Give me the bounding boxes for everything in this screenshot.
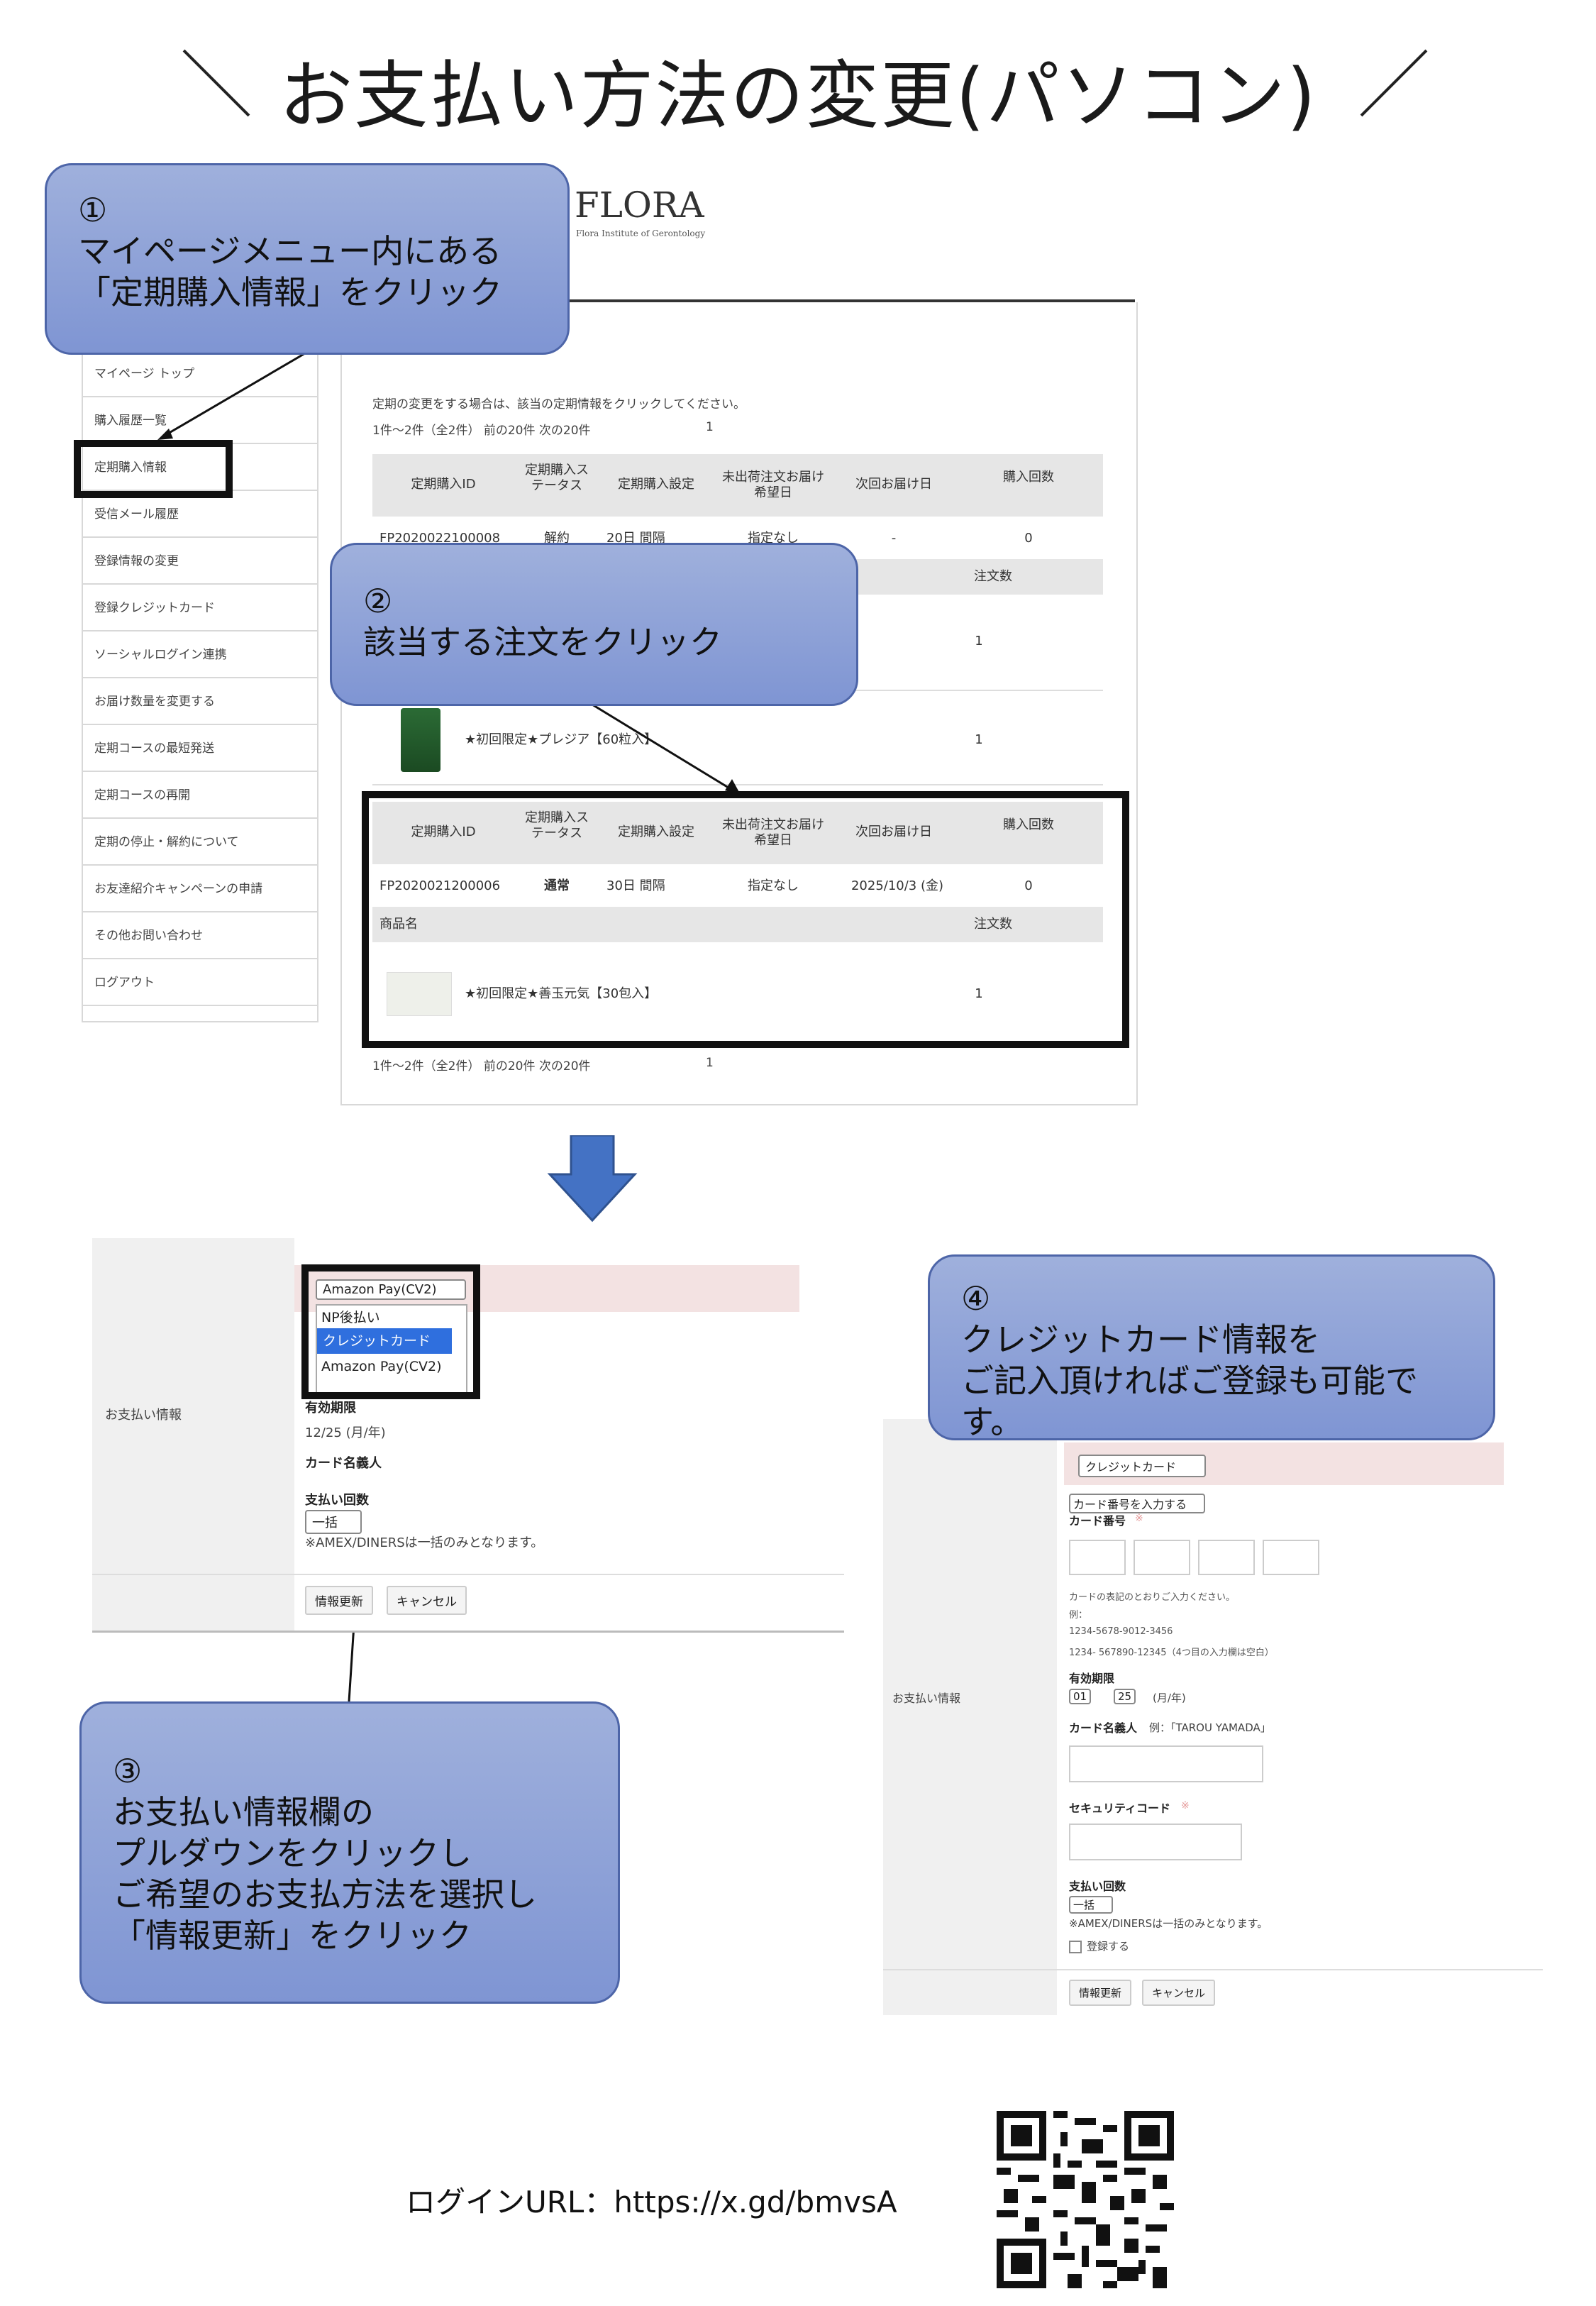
payment-left-divider	[92, 1574, 844, 1575]
payment-right-cancel-button[interactable]: キャンセル	[1142, 1980, 1216, 2006]
card-hint-1: カードの表記のとおりご入力ください。	[1069, 1592, 1236, 1603]
step4-callout: ④ クレジットカード情報を ご記入頂ければご登録も可能です。	[928, 1254, 1495, 1441]
card-number-required: ※	[1135, 1513, 1143, 1524]
card-number-field-1[interactable]	[1069, 1540, 1126, 1575]
step1-number: ①	[78, 191, 108, 229]
step4-line2: ご記入頂ければご登録も可能です。	[961, 1362, 1418, 1441]
card-number-field-2[interactable]	[1134, 1540, 1190, 1575]
payment-left-installments-label: 支払い回数	[305, 1493, 369, 1508]
cvc-input[interactable]	[1069, 1824, 1242, 1860]
payment-right-note: ※AMEX/DINERSは一括のみとなります。	[1069, 1917, 1268, 1930]
arrow-step1-line	[162, 352, 306, 438]
payment-left-bottom-rule	[92, 1631, 844, 1633]
payment-right-installments-label: 支払い回数	[1069, 1880, 1126, 1893]
step1-callout: ① マイページメニュー内にある 「定期購入情報」をクリック	[45, 163, 570, 355]
payment-right-update-button[interactable]: 情報更新	[1069, 1980, 1132, 2006]
step2-line1: 該当する注文をクリック	[363, 623, 722, 661]
payment-left-note: ※AMEX/DINERSは一括のみとなります。	[305, 1535, 544, 1550]
cardholder-input[interactable]	[1069, 1745, 1263, 1782]
payment-left-label-col	[92, 1238, 294, 1632]
step1-line1: マイページメニュー内にある	[78, 232, 502, 270]
step3-line3: ご希望のお支払方法を選択し	[113, 1875, 537, 1914]
step3-line4: 「情報更新」をクリック	[113, 1916, 472, 1955]
arrow-step2-head	[725, 779, 741, 795]
payment-left-expiry-label: 有効期限	[305, 1401, 356, 1416]
card-hint-2: 例：	[1069, 1610, 1088, 1621]
step1-line2: 「定期購入情報」をクリック	[78, 273, 502, 311]
card-hint-4: 1234- 567890-12345（4つ目の入力欄は空白）	[1069, 1648, 1274, 1658]
step3-line2: プルダウンをクリックし	[113, 1834, 472, 1872]
payment-left-label: お支払い情報	[105, 1408, 182, 1423]
card-number-label: カード番号	[1069, 1514, 1126, 1528]
card-input-mode-select[interactable]: カード番号を入力する	[1069, 1494, 1205, 1513]
expiry-year-select[interactable]: 25	[1114, 1689, 1136, 1704]
cvc-required: ※	[1181, 1800, 1190, 1811]
cvc-label: セキュリティコード	[1069, 1802, 1171, 1815]
card-number-field-3[interactable]	[1198, 1540, 1255, 1575]
step3-number: ③	[113, 1752, 143, 1790]
highlight-box-dropdown	[301, 1264, 480, 1399]
step2-callout: ② 該当する注文をクリック	[330, 543, 858, 706]
register-label: 登録する	[1087, 1940, 1130, 1953]
payment-right-divider	[883, 1969, 1543, 1970]
step2-number: ②	[363, 582, 393, 620]
payment-left-cardholder-label: カード名義人	[305, 1456, 382, 1471]
step4-number: ④	[961, 1279, 991, 1318]
payment-left-cancel-button[interactable]: キャンセル	[387, 1586, 467, 1615]
step3-line1: お支払い情報欄の	[113, 1793, 374, 1831]
expiry-month-select[interactable]: 01	[1069, 1689, 1092, 1704]
payment-right-label: お支払い情報	[892, 1692, 961, 1705]
payment-right-label-col	[883, 1419, 1057, 2015]
login-url[interactable]: ログインURL：https://x.gd/bmvsA	[406, 2178, 897, 2222]
payment-right-expiry-label: 有効期限	[1069, 1672, 1115, 1685]
payment-left-installments-select[interactable]: 一括	[305, 1510, 362, 1534]
step4-line1: クレジットカード情報を	[961, 1320, 1320, 1359]
payment-right-installments-select[interactable]: 一括	[1069, 1896, 1113, 1914]
cardholder-example: 例：「TAROU YAMADA」	[1149, 1721, 1271, 1734]
qr-code-icon[interactable]	[997, 2111, 1174, 2288]
payment-right-method-select[interactable]: クレジットカード	[1078, 1455, 1206, 1477]
arrow-step2-line	[588, 701, 735, 793]
card-hint-3: 1234-5678-9012-3456	[1069, 1626, 1173, 1637]
step3-callout: ③ お支払い情報欄の プルダウンをクリックし ご希望のお支払方法を選択し 「情報…	[79, 1701, 620, 2004]
arrow-step1-head	[157, 429, 173, 440]
payment-right-cardholder-label: カード名義人	[1069, 1721, 1138, 1735]
expiry-unit: (月/年)	[1153, 1692, 1186, 1704]
payment-left-update-button[interactable]: 情報更新	[305, 1586, 373, 1615]
register-checkbox[interactable]	[1069, 1941, 1082, 1953]
card-number-field-4[interactable]	[1263, 1540, 1319, 1575]
down-arrow-icon	[547, 1135, 638, 1223]
payment-left-expiry-value: 12/25 (月/年)	[305, 1425, 386, 1440]
